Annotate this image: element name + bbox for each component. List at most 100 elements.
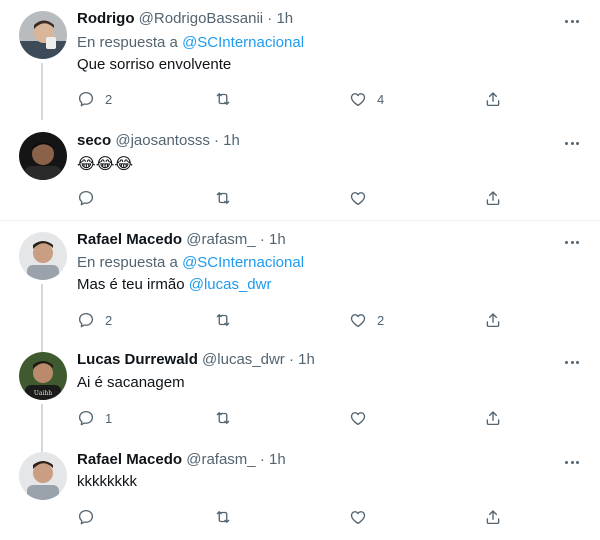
separator-dot: · xyxy=(259,451,265,468)
share-icon xyxy=(486,510,500,525)
user-handle[interactable]: @jaosantosss xyxy=(115,132,209,149)
display-name[interactable]: Rafael Macedo xyxy=(77,231,182,248)
thread-line xyxy=(41,440,43,452)
tweet-text: 😂😂😂 xyxy=(77,156,134,173)
like-button[interactable] xyxy=(349,188,367,208)
thread-line xyxy=(41,63,43,120)
display-name[interactable]: Rodrigo xyxy=(77,10,135,27)
thread-line xyxy=(41,284,43,340)
tweet-actions: 1 xyxy=(77,408,507,428)
reply-prefix: En respuesta a xyxy=(77,254,178,271)
tweet-text: Ai é sacanagem xyxy=(77,374,185,391)
share-icon xyxy=(486,191,500,206)
share-icon xyxy=(486,411,500,426)
like-count: 2 xyxy=(377,312,385,328)
more-icon[interactable] xyxy=(562,232,582,252)
share-button[interactable] xyxy=(484,188,502,208)
display-name[interactable]: seco xyxy=(77,132,111,149)
user-handle[interactable]: @lucas_dwr xyxy=(202,351,285,368)
reply-icon xyxy=(78,410,94,426)
retweet-button[interactable] xyxy=(214,188,232,208)
display-name[interactable]: Lucas Durrewald xyxy=(77,351,198,368)
avatar[interactable]: Uaihh xyxy=(19,352,67,400)
share-button[interactable] xyxy=(484,310,502,330)
reply-button[interactable] xyxy=(77,507,95,527)
timestamp[interactable]: 1h xyxy=(223,132,240,149)
tweet-header: seco @jaosantosss · 1h xyxy=(77,131,240,151)
reply-button[interactable] xyxy=(77,188,95,208)
avatar[interactable] xyxy=(19,11,67,59)
reply-button[interactable]: 2 xyxy=(77,310,112,330)
retweet-icon xyxy=(216,412,230,424)
tweet-header: Rafael Macedo @rafasm_ · 1h xyxy=(77,230,286,250)
avatar[interactable] xyxy=(19,452,67,500)
reply-icon xyxy=(78,312,94,328)
share-button[interactable] xyxy=(484,507,502,527)
heart-icon xyxy=(350,511,366,525)
reply-prefix: En respuesta a xyxy=(77,34,178,51)
timestamp[interactable]: 1h xyxy=(276,10,293,27)
user-handle[interactable]: @rafasm_ xyxy=(186,231,255,248)
mention-link[interactable]: @lucas_dwr xyxy=(189,276,272,293)
tweet-actions: 2 4 xyxy=(77,89,507,109)
reply-context: En respuesta a @SCInternacional xyxy=(77,253,304,273)
timeline: Rodrigo @RodrigoBassanii · 1h En respues… xyxy=(0,0,600,540)
tweet-header: Lucas Durrewald @lucas_dwr · 1h xyxy=(77,350,315,370)
avatar[interactable] xyxy=(19,132,67,180)
more-icon[interactable] xyxy=(562,352,582,372)
tweet-actions: 2 2 xyxy=(77,310,507,330)
heart-icon xyxy=(350,314,366,328)
tweet-text-body: Mas é teu irmão xyxy=(77,276,185,293)
share-button[interactable] xyxy=(484,89,502,109)
tweet-actions xyxy=(77,507,507,527)
retweet-button[interactable] xyxy=(214,310,232,330)
reply-count: 2 xyxy=(105,91,113,107)
heart-icon xyxy=(350,412,366,426)
user-handle[interactable]: @rafasm_ xyxy=(186,451,255,468)
tweet[interactable]: Rodrigo @RodrigoBassanii · 1h En respues… xyxy=(0,0,600,120)
tweet-text: Que sorriso envolvente xyxy=(77,56,232,73)
retweet-icon xyxy=(216,192,230,204)
tweet-header: Rafael Macedo @rafasm_ · 1h xyxy=(77,450,286,470)
like-button[interactable]: 2 xyxy=(349,310,384,330)
reply-icon xyxy=(78,509,94,525)
thread-line xyxy=(41,340,43,352)
retweet-icon xyxy=(216,93,230,105)
retweet-button[interactable] xyxy=(214,408,232,428)
reply-to-link[interactable]: @SCInternacional xyxy=(182,34,304,51)
tweet[interactable]: Rafael Macedo @rafasm_ · 1h En respuesta… xyxy=(0,221,600,340)
tweet[interactable]: Rafael Macedo @rafasm_ · 1h kkkkkkkk xyxy=(0,440,600,540)
tweet[interactable]: Uaihh Lucas Durrewald @lucas_dwr · 1h Ai… xyxy=(0,340,600,440)
tweet[interactable]: seco @jaosantosss · 1h 😂😂😂 xyxy=(0,120,600,220)
timestamp[interactable]: 1h xyxy=(269,451,286,468)
reply-button[interactable]: 1 xyxy=(77,408,112,428)
more-icon[interactable] xyxy=(562,452,582,472)
like-button[interactable] xyxy=(349,507,367,527)
share-button[interactable] xyxy=(484,408,502,428)
heart-icon xyxy=(350,192,366,206)
like-count: 4 xyxy=(377,91,385,107)
retweet-icon xyxy=(216,314,230,326)
reply-to-link[interactable]: @SCInternacional xyxy=(182,254,304,271)
like-button[interactable] xyxy=(349,408,367,428)
retweet-button[interactable] xyxy=(214,89,232,109)
more-icon[interactable] xyxy=(562,133,582,153)
tweet-header: Rodrigo @RodrigoBassanii · 1h xyxy=(77,9,293,29)
reply-button[interactable]: 2 xyxy=(77,89,112,109)
timestamp[interactable]: 1h xyxy=(269,231,286,248)
more-icon[interactable] xyxy=(562,11,582,31)
timestamp[interactable]: 1h xyxy=(298,351,315,368)
like-button[interactable]: 4 xyxy=(349,89,384,109)
display-name[interactable]: Rafael Macedo xyxy=(77,451,182,468)
retweet-button[interactable] xyxy=(214,507,232,527)
user-handle[interactable]: @RodrigoBassanii xyxy=(139,10,263,27)
tweet-text: Mas é teu irmão @lucas_dwr xyxy=(77,275,271,295)
reply-icon xyxy=(78,190,94,206)
reply-count: 1 xyxy=(105,410,113,426)
share-icon xyxy=(486,92,500,107)
svg-text:Uaihh: Uaihh xyxy=(34,390,52,397)
separator-dot: · xyxy=(267,10,273,27)
separator-dot: · xyxy=(288,351,294,368)
reply-count: 2 xyxy=(105,312,113,328)
avatar[interactable] xyxy=(19,232,67,280)
